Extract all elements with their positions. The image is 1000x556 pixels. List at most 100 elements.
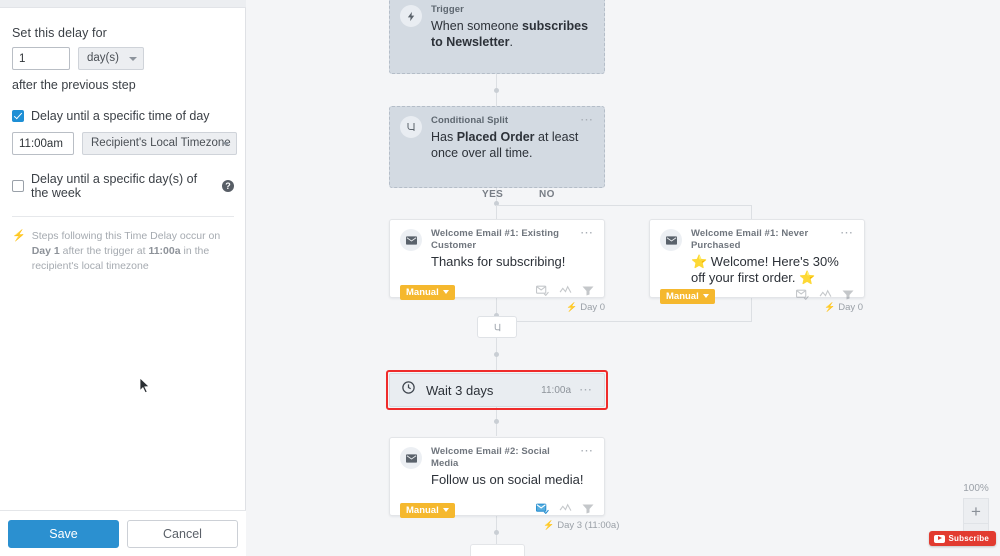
email-social-headline: Follow us on social media! <box>431 472 584 487</box>
chevron-down-icon <box>442 290 449 294</box>
timezone-select[interactable]: Recipient's Local Timezone <box>82 132 237 155</box>
after-previous-step-label: after the previous step <box>12 78 136 92</box>
merge-path-icon <box>494 323 500 331</box>
split-header: Conditional Split ⋯ Has Placed Order at … <box>390 107 604 161</box>
send-mode-pill[interactable]: Manual <box>660 288 715 304</box>
panel-divider <box>12 216 234 217</box>
delay-summary-text: Steps following this Time Delay occur on… <box>32 229 234 275</box>
time-of-day-input[interactable] <box>12 132 74 155</box>
chevron-down-icon <box>222 142 230 146</box>
email-never-purchased-node[interactable]: Welcome Email #1: Never Purchased ⋯ ⭐ We… <box>649 219 865 304</box>
day-tag-label: Day 0 <box>838 302 864 313</box>
merge-path-node[interactable] <box>477 316 517 338</box>
email-social-action-icons <box>536 501 594 519</box>
note-time: 11:00a <box>148 245 181 258</box>
analytics-icon[interactable] <box>559 501 572 519</box>
chevron-down-icon <box>442 508 449 512</box>
delay-summary-note: ⚡ Steps following this Time Delay occur … <box>12 229 234 275</box>
branch-label-no: NO <box>539 189 555 200</box>
connector-dot <box>494 530 499 535</box>
bolt-icon: ⚡ <box>566 302 578 312</box>
bolt-icon <box>400 5 422 27</box>
timezone-value: Recipient's Local Timezone <box>91 137 231 149</box>
email-existing-customer-node[interactable]: Welcome Email #1: Existing Customer ⋯ Th… <box>389 219 605 301</box>
email-social-media-node[interactable]: Welcome Email #2: Social Media ⋯ Follow … <box>389 437 605 519</box>
analytics-icon[interactable] <box>559 283 572 301</box>
chevron-down-icon <box>129 57 137 61</box>
specific-time-label: Delay until a specific time of day <box>31 109 210 123</box>
specific-time-checkbox-row[interactable]: Delay until a specific time of day <box>12 109 234 123</box>
wait-node[interactable]: Wait 3 days 11:00a ⋯ <box>389 373 605 407</box>
email-never-kicker: Welcome Email #1: Never Purchased <box>691 228 809 251</box>
youtube-subscribe-watermark[interactable]: Subscribe <box>928 531 996 546</box>
trigger-header: Trigger When someone subscribes to Newsl… <box>390 0 604 50</box>
trigger-kicker: Trigger <box>431 4 464 15</box>
flow-canvas[interactable]: Trigger When someone subscribes to Newsl… <box>246 0 1000 556</box>
specific-days-label: Delay until a specific day(s) of the wee… <box>31 172 198 200</box>
time-delay-settings-panel: Set this delay for day(s) after the prev… <box>0 0 246 556</box>
bolt-icon: ⚡ <box>824 302 836 312</box>
question-mark-icon[interactable]: ? <box>222 180 234 192</box>
bolt-icon: ⚡ <box>543 520 555 530</box>
email-never-headline: ⭐ Welcome! Here's 30% off your first ord… <box>691 254 839 285</box>
envelope-check-icon[interactable] <box>536 283 549 301</box>
send-mode-label: Manual <box>666 290 699 302</box>
connector-dot <box>494 419 499 424</box>
zoom-in-button[interactable]: + <box>963 498 989 524</box>
email-existing-day-tag: ⚡ Day 0 <box>566 302 605 313</box>
cancel-button[interactable]: Cancel <box>127 519 238 548</box>
wait-node-selection: Wait 3 days 11:00a ⋯ <box>386 370 608 410</box>
email-never-day-tag: ⚡ Day 0 <box>824 302 863 313</box>
envelope-check-icon[interactable] <box>796 287 809 305</box>
ellipsis-icon[interactable]: ⋯ <box>580 226 594 239</box>
branch-label-yes: YES <box>482 189 504 200</box>
email-existing-kicker: Welcome Email #1: Existing Customer <box>431 228 560 251</box>
email-existing-action-icons <box>536 283 594 301</box>
day-tag-label: Day 0 <box>580 302 606 313</box>
ellipsis-icon[interactable]: ⋯ <box>579 383 593 396</box>
next-node-partial[interactable] <box>470 544 525 556</box>
send-mode-pill[interactable]: Manual <box>400 284 455 300</box>
connector-dot <box>494 88 499 93</box>
send-mode-label: Manual <box>406 504 439 516</box>
wait-node-title: Wait 3 days <box>426 382 494 398</box>
ellipsis-icon[interactable]: ⋯ <box>840 226 854 239</box>
split-headline: Has Placed Order at least once over all … <box>431 129 594 161</box>
email-social-header: Welcome Email #2: Social Media ⋯ Follow … <box>390 438 604 488</box>
envelope-icon <box>400 229 422 251</box>
note-prefix: Steps following this Time Delay occur on <box>31 230 221 242</box>
specific-days-checkbox[interactable] <box>12 180 24 192</box>
filter-icon[interactable] <box>582 501 594 519</box>
split-headline-prefix: Has <box>431 130 457 144</box>
note-day: Day 1 <box>31 245 60 258</box>
trigger-node[interactable]: Trigger When someone subscribes to Newsl… <box>389 0 605 74</box>
panel-topbar <box>0 0 246 8</box>
envelope-icon <box>400 447 422 469</box>
filter-icon[interactable] <box>582 283 594 301</box>
trigger-headline-suffix: . <box>509 35 513 49</box>
specific-time-checkbox[interactable] <box>12 110 24 122</box>
trigger-headline-prefix: When someone <box>431 19 523 33</box>
ellipsis-icon[interactable]: ⋯ <box>580 113 594 126</box>
save-button[interactable]: Save <box>8 519 119 548</box>
trigger-headline: When someone subscribes to Newsletter. <box>431 18 594 50</box>
send-mode-label: Manual <box>406 286 439 298</box>
chevron-down-icon <box>702 294 709 298</box>
connector-split-no-horizontal <box>496 205 751 206</box>
specific-days-checkbox-row[interactable]: Delay until a specific day(s) of the wee… <box>12 172 234 200</box>
delay-amount-row: day(s) <box>12 47 234 70</box>
ellipsis-icon[interactable]: ⋯ <box>580 444 594 457</box>
conditional-split-node[interactable]: Conditional Split ⋯ Has Placed Order at … <box>389 106 605 188</box>
send-mode-pill[interactable]: Manual <box>400 502 455 518</box>
delay-label: Set this delay for <box>12 26 107 40</box>
youtube-icon <box>933 534 945 543</box>
envelope-check-icon[interactable] <box>536 501 549 519</box>
clock-icon <box>401 380 416 400</box>
split-headline-bold: Placed Order <box>456 130 535 144</box>
automation-flow-builder: Set this delay for day(s) after the prev… <box>0 0 1000 556</box>
delay-unit-select[interactable]: day(s) <box>78 47 144 70</box>
zoom-percent-label: 100% <box>963 483 989 494</box>
delay-value-input[interactable] <box>12 47 70 70</box>
bolt-icon: ⚡ <box>12 230 26 242</box>
email-existing-header: Welcome Email #1: Existing Customer ⋯ Th… <box>390 220 604 270</box>
